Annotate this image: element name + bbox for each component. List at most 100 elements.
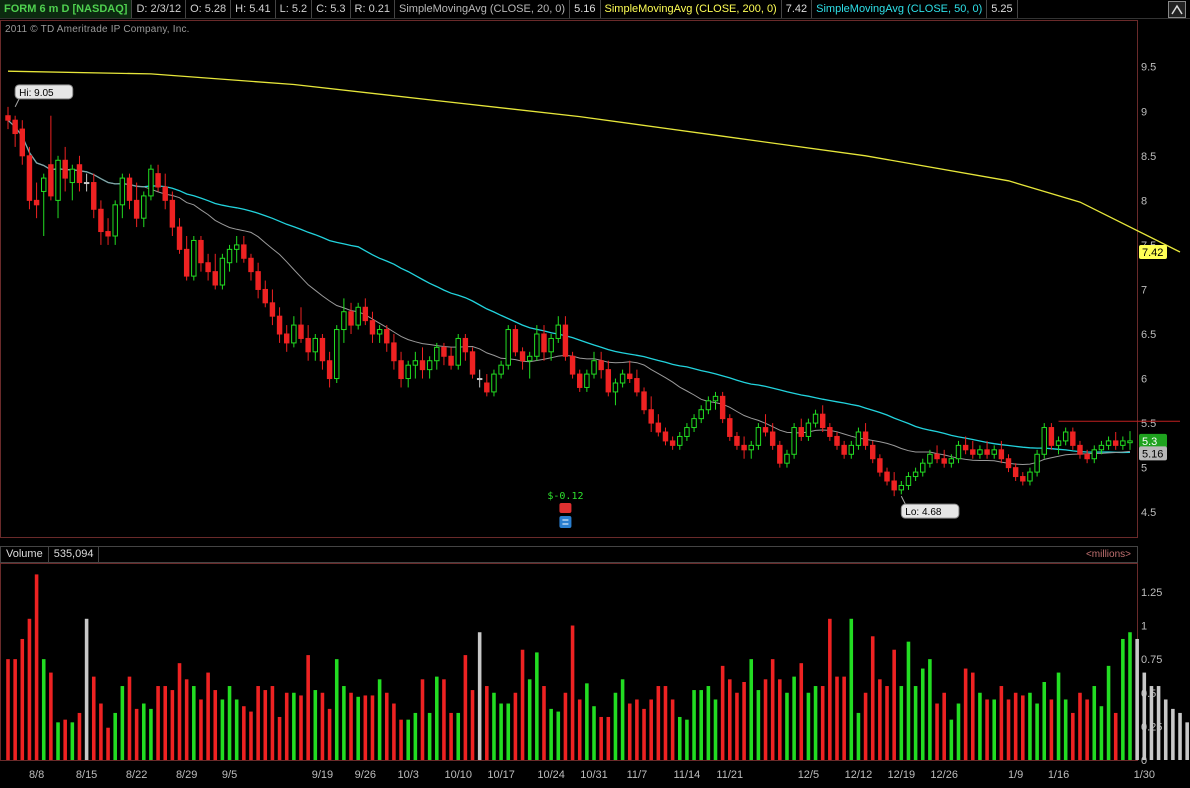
sma50-line xyxy=(7,119,1131,454)
date-axis-label: 1/16 xyxy=(1048,769,1069,781)
volume-bar xyxy=(1171,708,1175,760)
chart-canvas[interactable]: 4.555.566.577.588.599.500.250.50.7511.25… xyxy=(0,0,1190,788)
volume-bar xyxy=(1142,672,1147,760)
volume-bar xyxy=(670,699,675,760)
date-axis-label: 1/9 xyxy=(1008,769,1023,781)
candle-body xyxy=(169,199,176,228)
candle-body xyxy=(98,208,104,233)
candle-body xyxy=(777,444,783,464)
volume-bar xyxy=(327,708,332,760)
candle-body xyxy=(698,409,704,420)
volume-bar xyxy=(899,686,904,760)
volume-bar xyxy=(306,655,310,760)
candle-body xyxy=(191,239,197,277)
volume-bar xyxy=(735,692,739,760)
volume-bar xyxy=(77,712,82,760)
candle-body xyxy=(83,182,90,185)
volume-bar xyxy=(627,703,632,760)
volume-bar xyxy=(1013,692,1018,760)
volume-bar xyxy=(156,686,160,760)
volume-bar xyxy=(249,711,253,760)
price-y-tick-label: 8.5 xyxy=(1141,151,1156,163)
volume-bar xyxy=(256,686,260,760)
volume-bar xyxy=(820,686,825,760)
candle-body xyxy=(419,360,426,371)
volume-bar xyxy=(906,641,911,760)
volume-bar xyxy=(120,686,125,760)
candle-body xyxy=(241,244,247,259)
date-axis-label: 9/19 xyxy=(312,769,333,781)
candle-body xyxy=(291,324,297,344)
candle-body xyxy=(1020,476,1026,482)
date-axis-label: 8/15 xyxy=(76,769,97,781)
candle-body xyxy=(712,395,719,402)
candle-body xyxy=(41,177,47,192)
volume-bar xyxy=(549,708,553,760)
candle-body xyxy=(541,333,547,353)
date-axis-label: 12/12 xyxy=(845,769,873,781)
volume-bar xyxy=(642,708,646,760)
volume-bar xyxy=(692,690,696,760)
candle-body xyxy=(970,449,976,455)
volume-bar xyxy=(277,716,282,760)
volume-bar xyxy=(527,679,532,760)
candle-body xyxy=(334,329,340,380)
candle-body xyxy=(1005,458,1012,469)
volume-bar xyxy=(1049,699,1054,760)
price-y-tick-label: 8 xyxy=(1141,195,1147,207)
candle-body xyxy=(812,413,819,424)
candle-body xyxy=(634,378,640,393)
volume-bar xyxy=(520,649,525,760)
volume-bar xyxy=(949,719,954,760)
candle-body xyxy=(91,182,97,210)
candle-body xyxy=(205,262,211,273)
volume-bar xyxy=(728,679,732,760)
volume-bar xyxy=(127,676,132,760)
volume-bar xyxy=(828,618,832,760)
volume-bar xyxy=(470,690,475,760)
date-axis-label: 9/5 xyxy=(222,769,237,781)
candle-body xyxy=(498,364,504,375)
candle-body xyxy=(26,155,33,201)
candle-body xyxy=(819,413,826,429)
candle-body xyxy=(1112,440,1119,446)
volume-bar xyxy=(970,672,975,760)
volume-y-tick-label: 1 xyxy=(1141,621,1147,633)
volume-bar xyxy=(770,659,775,760)
volume-bar xyxy=(685,719,689,760)
volume-bar xyxy=(13,659,17,760)
candle-body xyxy=(183,248,190,277)
volume-bar xyxy=(34,574,39,760)
volume-bar xyxy=(6,659,10,760)
volume-bar xyxy=(192,686,196,760)
candle-body xyxy=(1077,444,1083,455)
candle-body xyxy=(348,311,354,326)
candle-body xyxy=(612,382,619,393)
price-y-tick-label: 6.5 xyxy=(1141,329,1156,341)
candle-body xyxy=(927,453,933,464)
volume-bar xyxy=(106,727,110,760)
candle-body xyxy=(598,360,604,371)
candle-body xyxy=(748,444,754,451)
volume-bar xyxy=(349,692,353,760)
volume-bar xyxy=(342,686,346,760)
date-axis-label: 11/21 xyxy=(716,769,743,781)
candle-body xyxy=(226,248,233,264)
volume-bar xyxy=(935,703,939,760)
date-axis-label: 8/22 xyxy=(126,769,147,781)
volume-bar xyxy=(292,692,296,760)
volume-bar xyxy=(220,699,225,760)
candle-body xyxy=(312,337,319,353)
volume-bar xyxy=(577,699,582,760)
high-marker-text: Hi: 9.05 xyxy=(19,88,54,99)
volume-bar xyxy=(1135,638,1139,760)
volume-bar xyxy=(1113,712,1118,760)
candle-body xyxy=(362,306,369,322)
candle-body xyxy=(126,177,133,201)
volume-bar xyxy=(663,686,668,760)
phone-icon xyxy=(559,503,572,513)
volume-bar xyxy=(928,659,932,760)
volume-bar xyxy=(41,659,46,760)
candle-body xyxy=(584,373,590,388)
volume-bar xyxy=(756,690,761,760)
